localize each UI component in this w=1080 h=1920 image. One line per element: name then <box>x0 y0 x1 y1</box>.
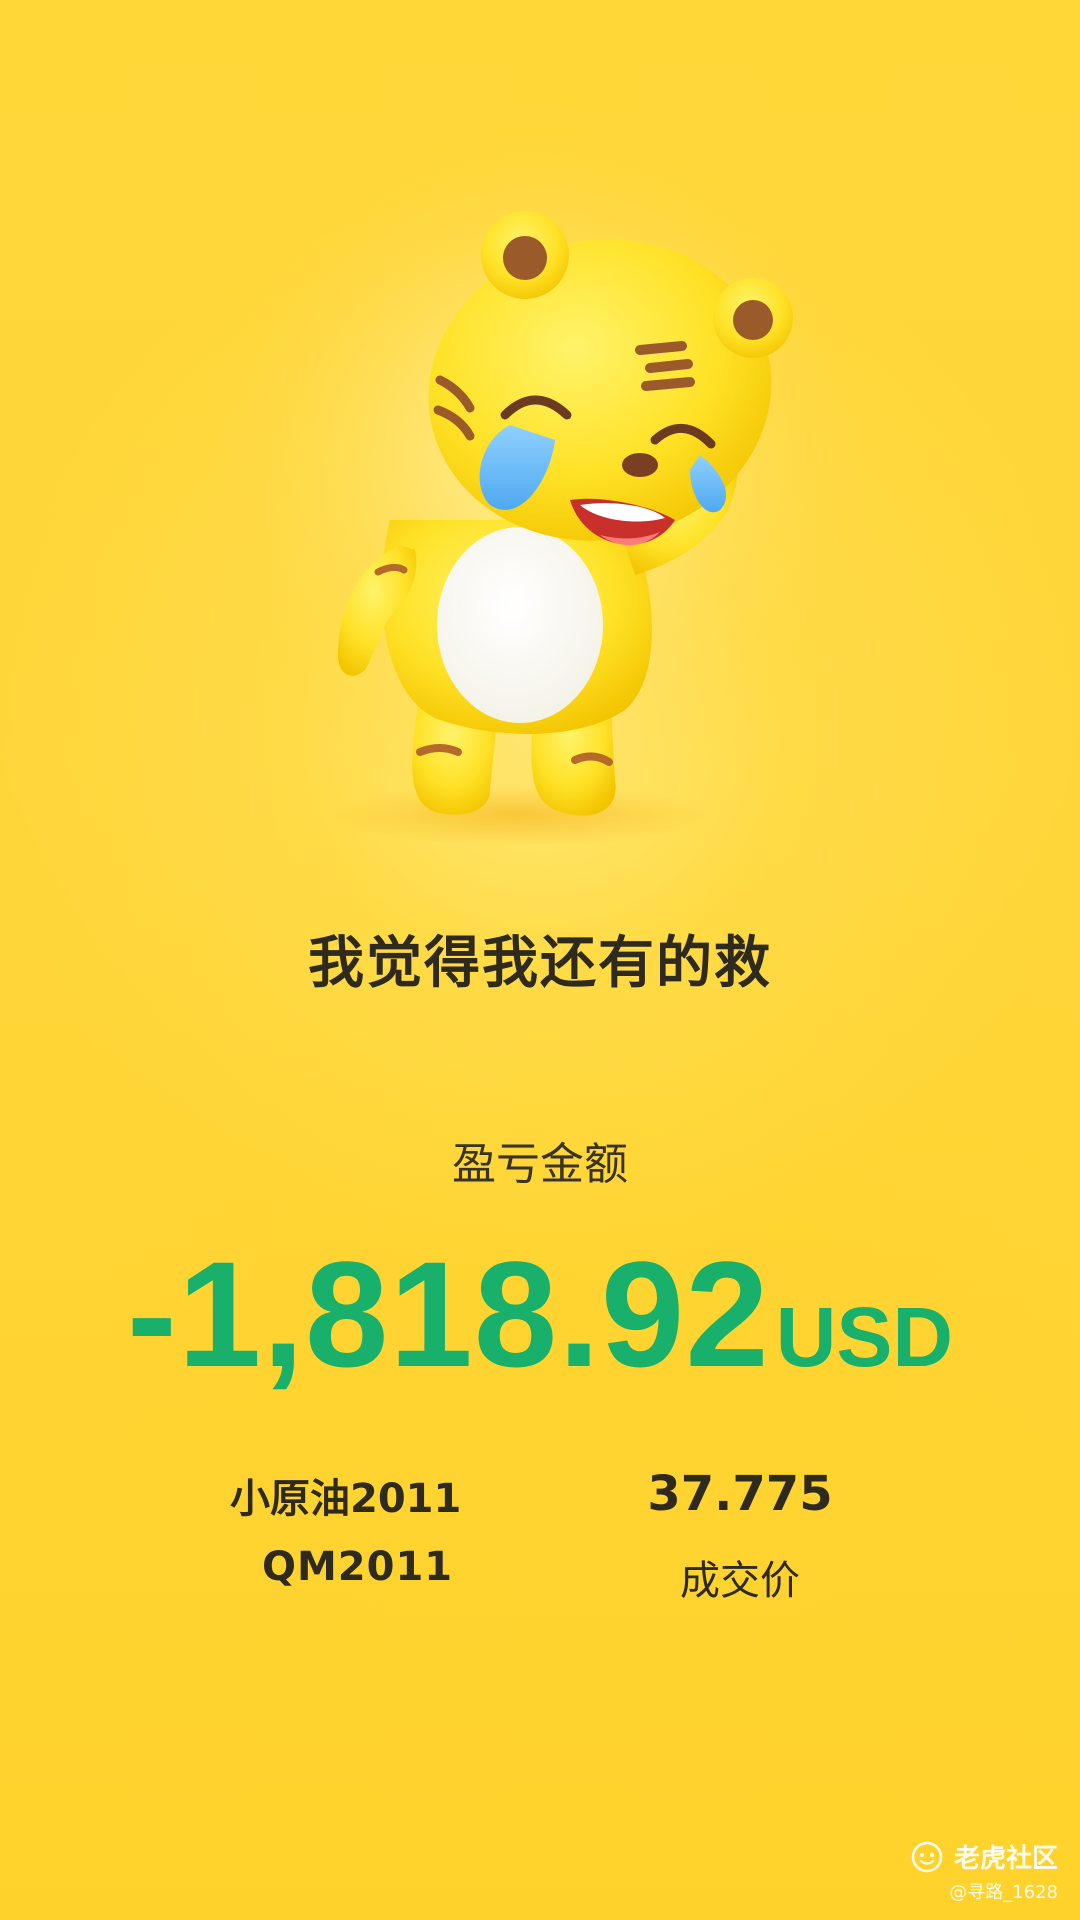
mood-message: 我觉得我还有的救 <box>308 931 772 996</box>
watermark: 老虎社区 <box>910 1838 1058 1875</box>
pnl-value-row: -1,818.92USD <box>0 1228 1080 1401</box>
tiger-community-logo-icon <box>911 1841 943 1872</box>
contract-code: QM2011 <box>262 1544 454 1590</box>
pnl-amount: -1,818.92 <box>126 1230 770 1398</box>
watermark-user: @寻路_1628 <box>949 1882 1058 1903</box>
crying-tiger-mascot <box>180 90 900 845</box>
contract-name: 小原油2011 <box>230 1476 462 1522</box>
pnl-currency: USD <box>775 1290 954 1384</box>
mascot-illustration <box>0 0 1080 880</box>
trade-price-label: 成交价 <box>680 1558 800 1604</box>
watermark-brand: 老虎社区 <box>953 1844 1058 1874</box>
trade-price-value: 37.775 <box>647 1466 833 1522</box>
pnl-label: 盈亏金额 <box>452 1139 628 1190</box>
